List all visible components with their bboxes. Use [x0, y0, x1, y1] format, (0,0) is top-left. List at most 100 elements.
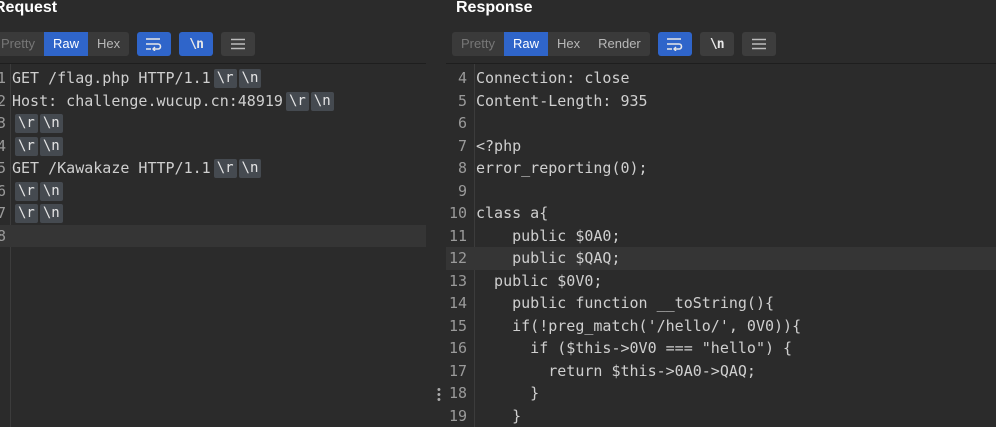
request-line: 8: [0, 224, 426, 247]
response-view-tabs: Pretty Raw Hex Render: [452, 32, 650, 56]
line-number: 7: [0, 204, 6, 222]
crlf-marker: \n: [39, 114, 63, 133]
response-tab-hex[interactable]: Hex: [548, 32, 589, 56]
response-menu-button[interactable]: [741, 32, 776, 56]
wrap-lines-icon: [666, 37, 684, 51]
response-line: 9: [446, 180, 996, 203]
code-text: public $0V0;: [476, 271, 603, 290]
response-line: 16 if ($this->0V0 === "hello") {: [446, 337, 996, 360]
request-tab-raw[interactable]: Raw: [43, 32, 88, 56]
request-line: 2 Host: challenge.wucup.cn:48919 \r \n: [0, 90, 426, 113]
line-text: GET /flag.php HTTP/1.1 \r \n: [12, 67, 262, 90]
line-number: 6: [457, 114, 467, 132]
code-text: return $this->0A0->QAQ;: [476, 361, 756, 380]
request-line: 5 GET /Kawakaze HTTP/1.1 \r \n: [0, 157, 426, 180]
line-number: 19: [448, 406, 467, 425]
crlf-marker: \n: [310, 91, 334, 111]
crlf-marker: \r: [15, 114, 38, 133]
response-line: 19 }: [446, 405, 996, 427]
response-line: 6: [446, 112, 996, 135]
request-view-tabs: Pretty Raw Hex: [0, 32, 130, 56]
line-number: 11: [448, 226, 467, 245]
response-tab-raw[interactable]: Raw: [503, 32, 548, 56]
response-tab-render[interactable]: Render: [589, 32, 650, 56]
drag-handle-icon[interactable]: • • •: [437, 385, 441, 406]
line-number: 1: [0, 69, 6, 87]
code-text: public $QAQ;: [476, 249, 621, 267]
request-show-newlines-button[interactable]: \n: [179, 32, 214, 56]
response-wrap-lines-button[interactable]: [657, 32, 692, 56]
line-number: 7: [457, 136, 467, 155]
line-text: Content-Length: 935: [476, 90, 648, 113]
line-text: class a{: [476, 202, 548, 225]
line-text: Host: challenge.wucup.cn:48919 \r \n: [12, 90, 334, 113]
line-number: 3: [0, 114, 6, 132]
request-tab-hex[interactable]: Hex: [88, 32, 129, 56]
response-line: 17 return $this->0A0->QAQ;: [446, 360, 996, 383]
request-wrap-lines-button[interactable]: [137, 32, 172, 56]
response-line: 7 <?php: [446, 135, 996, 158]
code-text: Connection: close: [476, 69, 630, 87]
wrap-lines-icon: [145, 37, 163, 51]
code-text: }: [476, 406, 522, 425]
response-line: 8 error_reporting(0);: [446, 157, 996, 180]
line-text: public $0V0;: [476, 270, 602, 293]
line-text: <?php: [476, 135, 521, 158]
response-show-newlines-button[interactable]: \n: [699, 32, 734, 56]
line-number: 5: [457, 91, 467, 110]
response-line: 11 public $0A0;: [446, 225, 996, 248]
response-editor[interactable]: 4 Connection: close 5 Content-Length: 935 6 7…: [446, 63, 996, 427]
request-line: 7 \r \n: [0, 202, 426, 225]
code-text: error_reporting(0);: [476, 159, 648, 177]
line-number: 13: [448, 271, 467, 290]
code-text: public function __toString(){: [476, 294, 775, 312]
response-line: 4 Connection: close: [446, 67, 996, 90]
crlf-marker: \r: [15, 204, 38, 223]
line-text: \r \n: [12, 202, 63, 225]
code-text: GET /flag.php HTTP/1.1: [12, 69, 211, 87]
menu-icon: [230, 38, 246, 50]
response-title: Response: [456, 0, 533, 16]
crlf-marker: \r: [285, 91, 309, 111]
code-text: Content-Length: 935: [476, 91, 648, 110]
show-newlines-icon: \n: [189, 36, 204, 52]
response-line: 10 class a{: [446, 202, 996, 225]
response-tab-pretty: Pretty: [461, 36, 495, 51]
crlf-marker: \n: [238, 159, 262, 178]
line-text: error_reporting(0);: [476, 157, 648, 180]
line-text: public $0A0;: [476, 225, 621, 248]
line-number: 15: [448, 316, 467, 335]
line-text: public $QAQ;: [476, 247, 621, 270]
show-newlines-icon: \n: [709, 36, 725, 52]
code-text: Host: challenge.wucup.cn:48919: [12, 91, 283, 110]
request-editor[interactable]: 1 GET /flag.php HTTP/1.1 \r \n 2 Host: challe…: [0, 63, 426, 427]
code-text: class a{: [476, 204, 549, 222]
line-number: 17: [448, 361, 467, 380]
request-line: 3 \r \n: [0, 112, 426, 135]
request-title: Request: [0, 0, 58, 16]
crlf-marker: \r: [15, 181, 38, 201]
request-line: 6 \r \n: [0, 180, 426, 203]
line-number: 10: [448, 204, 467, 222]
line-text: GET /Kawakaze HTTP/1.1 \r \n: [12, 157, 262, 180]
request-line: 1 GET /flag.php HTTP/1.1 \r \n: [0, 67, 426, 90]
line-text: }: [476, 382, 539, 405]
response-toolbar: Pretty Raw Hex Render \n: [452, 32, 776, 56]
crlf-marker: \r: [213, 159, 237, 178]
line-number: 4: [0, 136, 6, 155]
request-menu-button[interactable]: [221, 32, 256, 56]
code-text: public $0A0;: [476, 226, 621, 245]
code-text: if(!preg_match('/hello/', 0V0)){: [476, 316, 802, 335]
line-text: if(!preg_match('/hello/', 0V0)){: [476, 315, 801, 338]
line-number: 5: [0, 159, 6, 177]
code-text: GET /Kawakaze HTTP/1.1: [12, 159, 211, 177]
line-number: 4: [457, 69, 467, 87]
line-number: 12: [448, 249, 467, 267]
crlf-marker: \r: [213, 69, 237, 88]
crlf-marker: \n: [238, 69, 262, 88]
code-text: }: [476, 384, 540, 402]
response-line: 12 public $QAQ;: [446, 247, 996, 270]
response-line: 13 public $0V0;: [446, 270, 996, 293]
code-text: if ($this->0V0 === "hello") {: [476, 339, 793, 357]
line-number: 9: [457, 181, 467, 200]
